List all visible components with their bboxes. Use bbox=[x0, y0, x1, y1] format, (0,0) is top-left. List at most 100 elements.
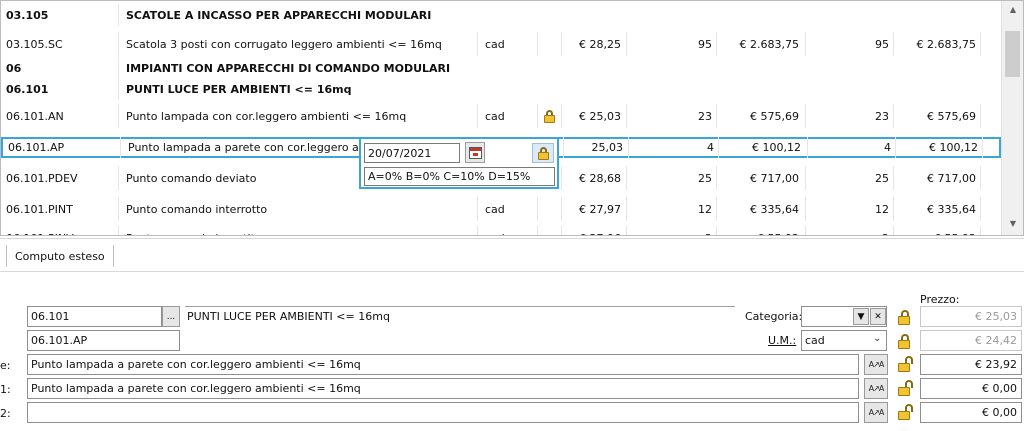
cell-code: 03.105 bbox=[1, 4, 119, 26]
price-field-3[interactable]: € 23,92 bbox=[920, 354, 1022, 375]
cell-i2: € 575,69 bbox=[894, 104, 981, 128]
cell-locked bbox=[538, 197, 562, 221]
cell-q2 bbox=[806, 78, 894, 100]
cell-desc: PUNTI LUCE PER AMBIENTI <= 16mq bbox=[126, 82, 352, 96]
table-row[interactable]: 06 IMPIANTI CON APPARECCHI DI COMANDO MOD… bbox=[1, 57, 1002, 79]
table-row[interactable]: 06.101.PINVPunto comando invertitocad € 2… bbox=[1, 226, 1002, 235]
date-popup: 20/07/2021 A=0% B=0% C=10% D=15% bbox=[359, 137, 559, 189]
desc3-label: 2: bbox=[0, 407, 11, 420]
cell-i2 bbox=[894, 4, 981, 26]
cell-i1: € 335,64 bbox=[717, 197, 806, 221]
cell-um: cad bbox=[478, 226, 538, 235]
cell-i1: € 575,69 bbox=[717, 104, 806, 128]
cell-code: 06.101.PINT bbox=[1, 197, 119, 221]
cell-um: cad bbox=[478, 197, 538, 221]
table-row[interactable]: 03.105.SC Scatola 3 posti con corrugato l… bbox=[1, 32, 1002, 56]
cell-i1: € 55,92 bbox=[717, 226, 806, 235]
desc1-label: e: bbox=[0, 359, 11, 372]
cell-q1: 95 bbox=[627, 32, 717, 56]
cell-i2 bbox=[894, 78, 981, 100]
categoria-clear-icon[interactable]: ✕ bbox=[870, 308, 886, 325]
cell-desc: Punto comando interrotto bbox=[119, 197, 478, 221]
um-dropdown-icon[interactable]: ⌄ bbox=[873, 333, 881, 344]
computo-grid[interactable]: 03.105 SCATOLE A INCASSO PER APPARECCHI M… bbox=[0, 0, 1024, 236]
description-field-3[interactable] bbox=[27, 402, 859, 423]
cell-price: € 27,97 bbox=[562, 197, 627, 221]
description-field-2[interactable]: Punto lampada a parete con cor.leggero a… bbox=[27, 378, 859, 399]
font-size-icon: A↗A bbox=[868, 360, 885, 369]
scroll-up-arrow-icon[interactable]: ▲ bbox=[1002, 1, 1023, 17]
prezzo-label: Prezzo: bbox=[920, 293, 960, 306]
price-field-1: € 25,03 bbox=[920, 306, 1022, 327]
categoria-dropdown-icon[interactable]: ▼ bbox=[853, 308, 869, 325]
table-row[interactable]: 06.101 PUNTI LUCE PER AMBIENTI <= 16mq bbox=[1, 78, 1002, 100]
cell-q1 bbox=[627, 78, 717, 100]
font-size-button-3[interactable]: A↗A bbox=[864, 402, 888, 423]
unlock-icon-1[interactable] bbox=[898, 356, 913, 373]
group-desc-underline bbox=[185, 306, 735, 307]
cell-q2: 2 bbox=[806, 226, 894, 235]
cell-price: 25,03 bbox=[564, 137, 629, 158]
calendar-icon bbox=[468, 146, 482, 159]
cell-price bbox=[562, 57, 627, 79]
price-field-5[interactable]: € 0,00 bbox=[920, 402, 1022, 423]
cell-code: 06.101 bbox=[1, 78, 119, 100]
cell-i2 bbox=[894, 57, 981, 79]
um-lock-icon[interactable] bbox=[898, 334, 912, 350]
cell-price: € 25,03 bbox=[562, 104, 627, 128]
price-field-4[interactable]: € 0,00 bbox=[920, 378, 1022, 399]
vertical-scrollbar[interactable]: ▲ ▼ bbox=[1001, 1, 1023, 235]
cell-i2: € 335,64 bbox=[894, 197, 981, 221]
cell-desc: Punto comando invertito bbox=[119, 226, 478, 235]
table-row[interactable]: 06.101.AN Punto lampada con cor.leggero a… bbox=[1, 104, 1002, 128]
cell-locked bbox=[538, 104, 562, 128]
date-input[interactable]: 20/07/2021 bbox=[364, 143, 460, 163]
tab-computo-esteso[interactable]: Computo esteso bbox=[6, 245, 114, 267]
font-size-icon: A↗A bbox=[868, 384, 885, 393]
group-desc-text: PUNTI LUCE PER AMBIENTI <= 16mq bbox=[187, 310, 390, 323]
categoria-label: Categoria: bbox=[745, 310, 803, 323]
table-row[interactable]: 03.105 SCATOLE A INCASSO PER APPARECCHI M… bbox=[1, 4, 1002, 26]
group-code-field[interactable]: 06.101 bbox=[27, 306, 162, 327]
scroll-down-arrow-icon[interactable]: ▼ bbox=[1002, 215, 1023, 231]
cell-q2: 23 bbox=[806, 104, 894, 128]
discounts-field[interactable]: A=0% B=0% C=10% D=15% bbox=[364, 167, 555, 186]
cell-i2: € 717,00 bbox=[894, 166, 981, 190]
unlock-icon-3[interactable] bbox=[898, 404, 913, 421]
cell-price: € 27,96 bbox=[562, 226, 627, 235]
cell-i2: € 55,92 bbox=[894, 226, 981, 235]
cell-code: 06.101.AN bbox=[1, 104, 119, 128]
cell-locked bbox=[538, 32, 562, 56]
cell-desc: IMPIANTI CON APPARECCHI DI COMANDO MODUL… bbox=[126, 61, 451, 75]
font-size-button-1[interactable]: A↗A bbox=[864, 354, 888, 375]
cell-price: € 28,68 bbox=[562, 166, 627, 190]
cell-um: cad bbox=[478, 32, 538, 56]
cell-q1 bbox=[627, 4, 717, 26]
scrollbar-thumb[interactable] bbox=[1005, 31, 1020, 77]
cell-code: 06.101.AP bbox=[3, 137, 121, 158]
categoria-lock-icon[interactable] bbox=[898, 310, 912, 326]
cell-i1: € 2.683,75 bbox=[717, 32, 806, 56]
cell-um: cad bbox=[478, 104, 538, 128]
cell-q2 bbox=[806, 4, 894, 26]
item-code-field[interactable]: 06.101.AP bbox=[27, 330, 180, 351]
cell-locked bbox=[538, 78, 562, 100]
browse-button[interactable]: ... bbox=[162, 306, 180, 327]
description-field-1[interactable]: Punto lampada a parete con cor.leggero a… bbox=[27, 354, 859, 375]
cell-um bbox=[478, 57, 538, 79]
unlock-icon-2[interactable] bbox=[898, 380, 913, 397]
popup-lock-button[interactable] bbox=[532, 143, 554, 163]
calendar-button[interactable] bbox=[465, 142, 485, 163]
font-size-button-2[interactable]: A↗A bbox=[864, 378, 888, 399]
cell-code: 06 bbox=[1, 57, 119, 79]
detail-form: Prezzo: 06.101 ... PUNTI LUCE PER AMBIEN… bbox=[0, 273, 1024, 431]
cell-q2: 95 bbox=[806, 32, 894, 56]
cell-desc: SCATOLE A INCASSO PER APPARECCHI MODULAR… bbox=[126, 8, 432, 22]
cell-locked bbox=[538, 4, 562, 26]
font-size-icon: A↗A bbox=[868, 408, 885, 417]
price-field-2: € 24,42 bbox=[920, 330, 1022, 351]
cell-q2: 12 bbox=[806, 197, 894, 221]
tab-bar: Computo esteso bbox=[0, 238, 1024, 272]
cell-price: € 28,25 bbox=[562, 32, 627, 56]
table-row[interactable]: 06.101.PINT Punto comando interrotto cad € … bbox=[1, 197, 1002, 221]
